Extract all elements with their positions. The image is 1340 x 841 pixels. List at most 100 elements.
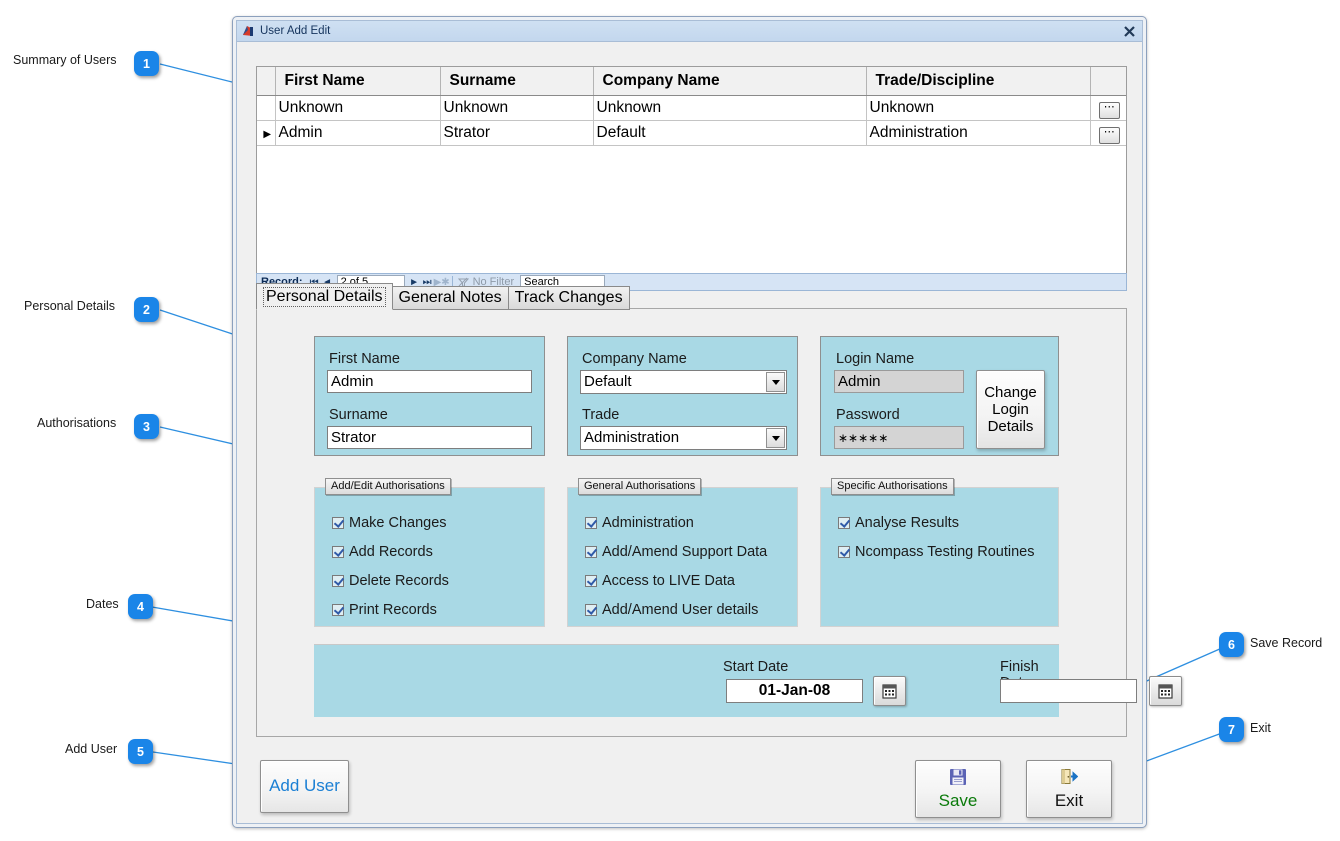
cell-first-name[interactable]: Unknown [275, 96, 440, 121]
tab-general-notes[interactable]: General Notes [392, 286, 509, 310]
checkbox-row-delete-records[interactable]: Delete Records [332, 573, 449, 589]
app-icon [242, 25, 255, 38]
company-name-select[interactable]: Default [580, 370, 787, 394]
checkbox-print-records[interactable] [332, 604, 344, 616]
checkbox-row-add-amend-user-details[interactable]: Add/Amend User details [585, 602, 758, 618]
checkbox-row-print-records[interactable]: Print Records [332, 602, 437, 618]
tab-personal-details[interactable]: Personal Details [256, 283, 393, 310]
row-selector-current[interactable]: ▶ [257, 121, 275, 146]
column-header-actions [1090, 67, 1126, 96]
callout-label-4: Dates [86, 598, 119, 611]
exit-label: Exit [1055, 792, 1083, 811]
login-name-label: Login Name [836, 352, 914, 367]
checkbox-access-live-data[interactable] [585, 575, 597, 587]
first-name-input[interactable] [327, 370, 532, 393]
general-authorisations-caption: General Authorisations [578, 478, 701, 495]
select-all-corner[interactable] [257, 67, 275, 96]
tab-page-personal-details: First Name Surname Company Name Default … [256, 308, 1127, 737]
checkbox-label-add-records: Add Records [349, 544, 433, 560]
checkbox-label-make-changes: Make Changes [349, 515, 447, 531]
checkbox-add-records[interactable] [332, 546, 344, 558]
specific-authorisations-caption: Specific Authorisations [831, 478, 954, 495]
checkbox-row-make-changes[interactable]: Make Changes [332, 515, 447, 531]
checkbox-row-add-amend-support-data[interactable]: Add/Amend Support Data [585, 544, 767, 560]
exit-button[interactable]: Exit [1026, 760, 1112, 818]
finish-date-input[interactable] [1000, 679, 1137, 703]
add-user-label: Add User [269, 777, 340, 796]
general-authorisations-group: General Authorisations Administration Ad… [567, 487, 798, 627]
tab-general-notes-label: General Notes [399, 289, 502, 307]
cell-trade[interactable]: Unknown [866, 96, 1090, 121]
cell-company[interactable]: Default [593, 121, 866, 146]
login-panel: Login Name Password Change Login Details [820, 336, 1059, 456]
checkbox-row-administration[interactable]: Administration [585, 515, 694, 531]
checkbox-ncompass-testing-routines[interactable] [838, 546, 850, 558]
change-login-details-button[interactable]: Change Login Details [976, 370, 1045, 449]
cell-trade[interactable]: Administration [866, 121, 1090, 146]
checkbox-label-add-amend-user-details: Add/Amend User details [602, 602, 758, 618]
finish-date-calendar-button[interactable] [1149, 676, 1182, 706]
trade-label: Trade [582, 408, 619, 423]
close-icon[interactable] [1118, 23, 1140, 40]
add-user-button[interactable]: Add User [260, 760, 349, 813]
callout-label-5: Add User [65, 743, 117, 756]
add-edit-authorisations-group: Add/Edit Authorisations Make Changes Add… [314, 487, 545, 627]
table-row[interactable]: Unknown Unknown Unknown Unknown ⋯ [257, 96, 1126, 121]
checkbox-row-analyse-results[interactable]: Analyse Results [838, 515, 959, 531]
callout-badge-4: 4 [128, 594, 153, 619]
callout-label-2: Personal Details [24, 300, 115, 313]
table-row[interactable]: ▶ Admin Strator Default Administration ⋯ [257, 121, 1126, 146]
column-header-trade[interactable]: Trade/Discipline [866, 67, 1090, 96]
save-button[interactable]: Save [915, 760, 1001, 818]
surname-label: Surname [329, 408, 388, 423]
checkbox-make-changes[interactable] [332, 517, 344, 529]
callout-badge-6: 6 [1219, 632, 1244, 657]
trade-select[interactable]: Administration [580, 426, 787, 450]
exit-icon [1060, 768, 1078, 791]
checkbox-administration[interactable] [585, 517, 597, 529]
login-name-input[interactable] [834, 370, 964, 393]
column-header-company[interactable]: Company Name [593, 67, 866, 96]
start-date-input[interactable] [726, 679, 863, 703]
checkbox-delete-records[interactable] [332, 575, 344, 587]
save-label: Save [939, 792, 978, 811]
cell-first-name[interactable]: Admin [275, 121, 440, 146]
start-date-calendar-button[interactable] [873, 676, 906, 706]
trade-value: Administration [584, 429, 679, 446]
company-trade-panel: Company Name Default Trade Administratio… [567, 336, 798, 456]
surname-input[interactable] [327, 426, 532, 449]
chevron-down-icon[interactable] [766, 428, 785, 448]
name-panel: First Name Surname [314, 336, 545, 456]
row-details-button[interactable]: ⋯ [1099, 127, 1120, 144]
row-selector[interactable] [257, 96, 275, 121]
checkbox-label-analyse-results: Analyse Results [855, 515, 959, 531]
callout-label-7: Exit [1250, 722, 1271, 735]
checkbox-row-access-live-data[interactable]: Access to LIVE Data [585, 573, 735, 589]
checkbox-row-ncompass-testing-routines[interactable]: Ncompass Testing Routines [838, 544, 1034, 560]
column-header-first-name[interactable]: First Name [275, 67, 440, 96]
checkbox-label-add-amend-support-data: Add/Amend Support Data [602, 544, 767, 560]
cell-surname[interactable]: Strator [440, 121, 593, 146]
callout-badge-3: 3 [134, 414, 159, 439]
cell-surname[interactable]: Unknown [440, 96, 593, 121]
save-icon [949, 768, 967, 791]
row-details-button[interactable]: ⋯ [1099, 102, 1120, 119]
checkbox-add-amend-user-details[interactable] [585, 604, 597, 616]
users-datasheet[interactable]: First Name Surname Company Name Trade/Di… [256, 66, 1127, 275]
tab-track-changes[interactable]: Track Changes [508, 286, 630, 310]
cell-company[interactable]: Unknown [593, 96, 866, 121]
company-name-value: Default [584, 373, 632, 390]
tab-personal-details-label: Personal Details [263, 287, 386, 307]
checkbox-label-print-records: Print Records [349, 602, 437, 618]
checkbox-add-amend-support-data[interactable] [585, 546, 597, 558]
column-header-surname[interactable]: Surname [440, 67, 593, 96]
chevron-down-icon[interactable] [766, 372, 785, 392]
specific-authorisations-group: Specific Authorisations Analyse Results … [820, 487, 1059, 627]
callout-badge-5: 5 [128, 739, 153, 764]
dates-panel: Start Date [314, 644, 1059, 717]
change-login-line-3: Details [988, 418, 1034, 435]
password-input[interactable] [834, 426, 964, 449]
checkbox-analyse-results[interactable] [838, 517, 850, 529]
window-titlebar: User Add Edit [237, 21, 1142, 42]
checkbox-row-add-records[interactable]: Add Records [332, 544, 433, 560]
